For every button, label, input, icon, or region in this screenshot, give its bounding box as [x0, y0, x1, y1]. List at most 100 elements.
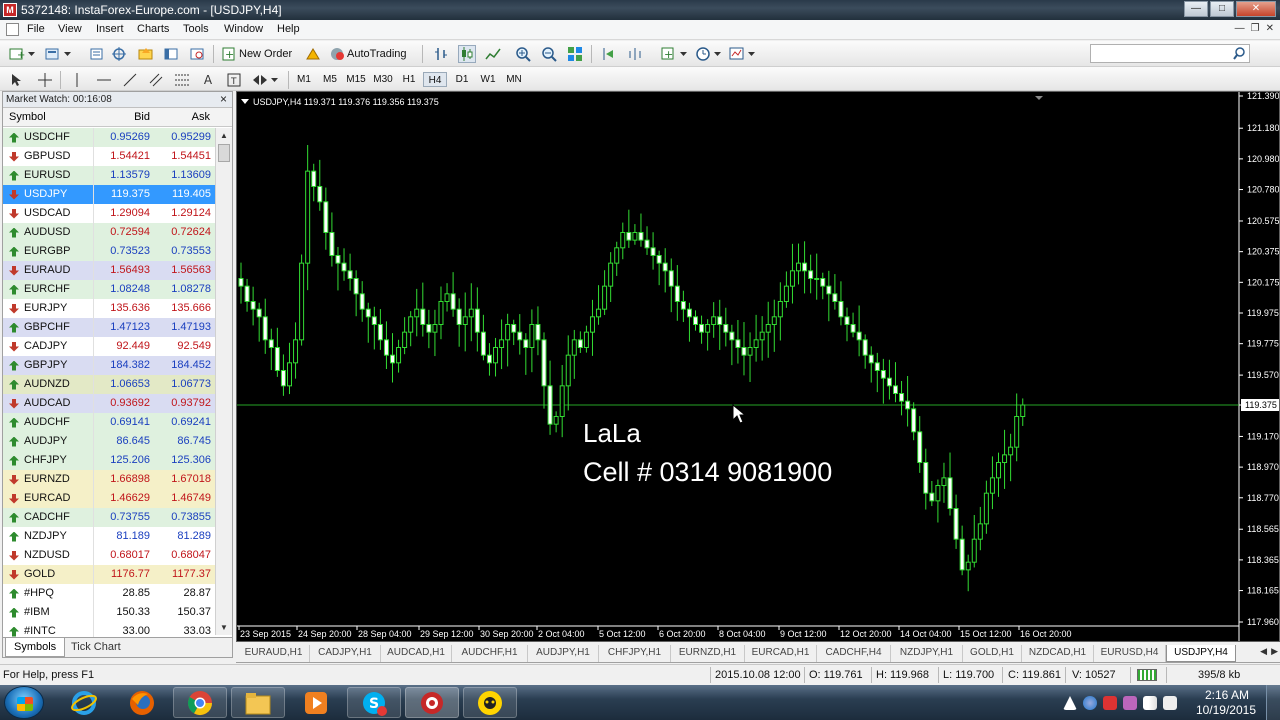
profiles-icon[interactable]	[44, 45, 62, 63]
timeframe-m1[interactable]: M1	[292, 72, 316, 87]
chart-tab[interactable]: NZDJPY,H1	[891, 645, 963, 662]
table-row[interactable]: AUDCHF 0.69141 0.69241	[3, 413, 215, 432]
table-row[interactable]: AUDNZD 1.06653 1.06773	[3, 375, 215, 394]
table-row[interactable]: EURAUD 1.56493 1.56563	[3, 261, 215, 280]
cursor-icon[interactable]	[8, 71, 26, 89]
equidistant-channel-icon[interactable]	[147, 71, 165, 89]
new-chart-icon[interactable]: +	[8, 45, 26, 63]
menu-window[interactable]: Window	[224, 23, 263, 35]
taskbar-explorer[interactable]	[231, 687, 285, 718]
clock-time[interactable]: 2:16 AM	[1205, 688, 1249, 702]
chart-tab[interactable]: NZDCAD,H1	[1022, 645, 1094, 662]
search-icon[interactable]	[1233, 47, 1246, 60]
table-row[interactable]: EURGBP 0.73523 0.73553	[3, 242, 215, 261]
menu-charts[interactable]: Charts	[137, 23, 169, 35]
table-row[interactable]: #IBM 150.33 150.37	[3, 603, 215, 622]
horizontal-line-icon[interactable]	[95, 71, 113, 89]
tab-scroll-left-icon[interactable]: ◀	[1260, 646, 1267, 657]
chart-tab[interactable]: EURAUD,H1	[238, 645, 310, 662]
chart-menu-icon[interactable]	[241, 99, 249, 104]
chart-tab[interactable]: AUDJPY,H1	[528, 645, 599, 662]
indicators-icon[interactable]: +	[660, 45, 678, 63]
chart-window[interactable]: 121.390 121.180 120.980 120.780 120.575 120.3…	[236, 91, 1280, 642]
chart-tab[interactable]: CADJPY,H1	[310, 645, 381, 662]
chevron-down-icon[interactable]	[26, 45, 36, 63]
chart-tab[interactable]: AUDCAD,H1	[381, 645, 452, 662]
table-row[interactable]: CADCHF 0.73755 0.73855	[3, 508, 215, 527]
maximize-button[interactable]: □	[1210, 1, 1234, 17]
taskbar-metatrader[interactable]	[405, 687, 459, 718]
chart-shift-icon[interactable]	[626, 45, 644, 63]
timeframe-m5[interactable]: M5	[318, 72, 342, 87]
line-chart-icon[interactable]	[484, 45, 502, 63]
text-icon[interactable]: A	[199, 71, 217, 89]
menu-insert[interactable]: Insert	[96, 23, 124, 35]
zoom-in-icon[interactable]	[514, 45, 532, 63]
chevron-down-icon[interactable]	[746, 45, 756, 63]
chart-tab[interactable]: EURCAD,H1	[745, 645, 817, 662]
connection-status-icon[interactable]	[1137, 669, 1157, 681]
table-row[interactable]: GBPJPY 184.382 184.452	[3, 356, 215, 375]
table-row[interactable]: GBPCHF 1.47123 1.47193	[3, 318, 215, 337]
mdi-restore-button[interactable]: ❐	[1251, 23, 1260, 34]
menu-file[interactable]: File	[27, 23, 45, 35]
table-row[interactable]: AUDCAD 0.93692 0.93792	[3, 394, 215, 413]
crosshair-icon[interactable]	[36, 71, 54, 89]
menu-tools[interactable]: Tools	[183, 23, 209, 35]
taskbar-cyberghost[interactable]	[463, 687, 517, 718]
terminal-icon[interactable]	[163, 45, 181, 63]
crosshair-target-icon[interactable]	[110, 45, 128, 63]
table-row[interactable]: AUDJPY 86.645 86.745	[3, 432, 215, 451]
chevron-down-icon[interactable]	[678, 45, 688, 63]
minimize-button[interactable]: —	[1184, 1, 1208, 17]
chevron-down-icon[interactable]	[62, 45, 72, 63]
autotrading-button[interactable]: AutoTrading	[330, 46, 407, 62]
timeframe-h1[interactable]: H1	[397, 72, 421, 87]
column-bid[interactable]: Bid	[93, 108, 153, 126]
table-row[interactable]: NZDUSD 0.68017 0.68047	[3, 546, 215, 565]
table-row[interactable]: USDCAD 1.29094 1.29124	[3, 204, 215, 223]
timeframe-m30[interactable]: M30	[371, 72, 395, 87]
tester-icon[interactable]	[189, 45, 207, 63]
chart-tab[interactable]: USDJPY,H4	[1166, 645, 1236, 662]
text-label-icon[interactable]: T	[225, 71, 243, 89]
scroll-up-icon[interactable]: ▲	[216, 128, 232, 143]
table-row[interactable]: EURCAD 1.46629 1.46749	[3, 489, 215, 508]
show-hidden-icons-icon[interactable]	[1063, 696, 1077, 710]
menu-view[interactable]: View	[58, 23, 82, 35]
pen-tray-icon[interactable]	[1123, 696, 1137, 710]
tile-windows-icon[interactable]	[566, 45, 584, 63]
price-chart[interactable]: 121.390 121.180 120.980 120.780 120.575 120.3…	[237, 92, 1279, 641]
mdi-close-button[interactable]: ✕	[1266, 23, 1274, 34]
chevron-down-icon[interactable]	[269, 71, 279, 89]
meta-editor-icon[interactable]	[304, 45, 322, 63]
scroll-thumb[interactable]	[218, 144, 230, 162]
timeframe-mn[interactable]: MN	[502, 72, 526, 87]
market-watch-icon[interactable]	[88, 45, 106, 63]
table-row[interactable]: #HPQ 28.85 28.87	[3, 584, 215, 603]
chart-tab[interactable]: EURNZD,H1	[671, 645, 745, 662]
tab-symbols[interactable]: Symbols	[5, 638, 66, 657]
close-button[interactable]: ✕	[1236, 1, 1276, 17]
templates-icon[interactable]	[728, 45, 746, 63]
table-row[interactable]: USDCHF 0.95269 0.95299	[3, 128, 215, 147]
navigator-icon[interactable]	[137, 45, 155, 63]
network-tray-icon[interactable]	[1083, 696, 1097, 710]
periods-clock-icon[interactable]	[694, 45, 712, 63]
timeframe-h4[interactable]: H4	[423, 72, 447, 87]
tab-scroll-right-icon[interactable]: ▶	[1271, 646, 1278, 657]
table-row[interactable]: NZDJPY 81.189 81.289	[3, 527, 215, 546]
timeframe-d1[interactable]: D1	[450, 72, 474, 87]
taskbar-media-player[interactable]	[289, 687, 343, 718]
table-row[interactable]: EURJPY 135.636 135.666	[3, 299, 215, 318]
column-ask[interactable]: Ask	[153, 108, 213, 126]
table-row[interactable]: CADJPY 92.449 92.549	[3, 337, 215, 356]
taskbar-chrome[interactable]	[173, 687, 227, 718]
vertical-line-icon[interactable]	[68, 71, 86, 89]
column-symbol[interactable]: Symbol	[3, 108, 93, 126]
menu-help[interactable]: Help	[277, 23, 300, 35]
clock-date[interactable]: 10/19/2015	[1196, 703, 1256, 717]
chevron-down-icon[interactable]	[712, 45, 722, 63]
table-row[interactable]: GBPUSD 1.54421 1.54451	[3, 147, 215, 166]
chart-tab[interactable]: CHFJPY,H1	[599, 645, 671, 662]
